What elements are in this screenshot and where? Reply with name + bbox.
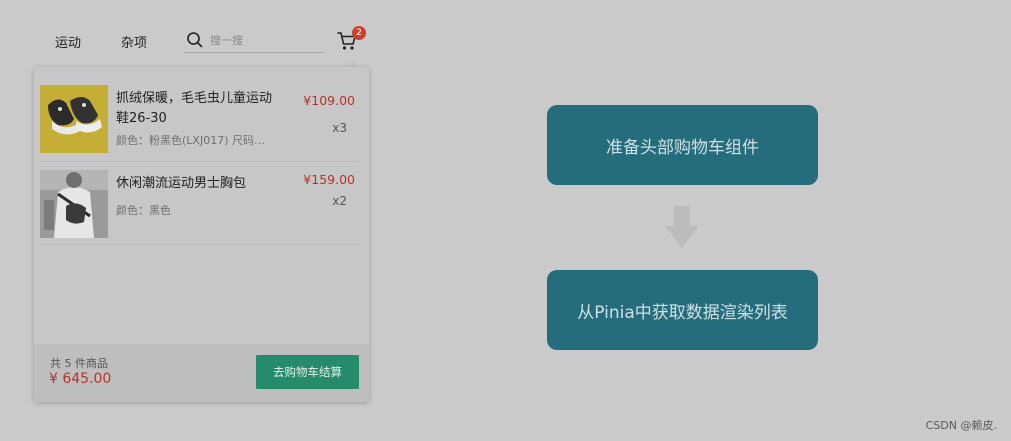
nav-item-sports[interactable]: 运动 — [55, 32, 81, 51]
flow-step-render-list: 从Pinia中获取数据渲染列表 — [547, 270, 818, 350]
cart-item-qty: x3 — [332, 121, 347, 135]
flow-step-prepare-component: 准备头部购物车组件 — [547, 105, 818, 185]
checkout-button[interactable]: 去购物车结算 — [256, 355, 359, 389]
search-box[interactable] — [184, 28, 324, 53]
header-nav: 运动 杂项 2 — [0, 26, 380, 56]
cart-item[interactable]: 休闲潮流运动男士胸包 颜色：黑色 ¥159.00 x2 — [40, 164, 359, 245]
cart-item-attrs: 颜色：粉黑色(LXJ017) 尺码：30 — [116, 134, 266, 147]
cart-total-price: ¥ 645.00 — [49, 371, 112, 387]
cart-item-list: 抓绒保暖，毛毛虫儿童运动鞋26-30 颜色：粉黑色(LXJ017) 尺码：30 … — [34, 79, 369, 245]
cart-item-price: ¥159.00 — [303, 172, 355, 187]
popup-arrow — [341, 58, 359, 67]
cart-item-attrs: 颜色：黑色 — [116, 204, 171, 217]
cart-item-price: ¥109.00 — [303, 93, 355, 108]
cart-item[interactable]: 抓绒保暖，毛毛虫儿童运动鞋26-30 颜色：粉黑色(LXJ017) 尺码：30 … — [40, 79, 359, 162]
shoes-image — [40, 85, 108, 153]
watermark: CSDN @赖皮. — [925, 419, 997, 432]
cart-popup: 抓绒保暖，毛毛虫儿童运动鞋26-30 颜色：粉黑色(LXJ017) 尺码：30 … — [34, 67, 369, 402]
chest-bag-image — [40, 170, 108, 238]
cart-button[interactable]: 2 — [336, 26, 366, 54]
down-arrow-icon — [665, 206, 699, 248]
search-input[interactable] — [208, 32, 322, 48]
cart-count-badge: 2 — [352, 26, 366, 40]
cart-item-name: 休闲潮流运动男士胸包 — [116, 176, 247, 191]
nav-item-misc[interactable]: 杂项 — [121, 32, 147, 51]
cart-item-count: 共 5 件商品 — [50, 357, 108, 370]
search-icon — [187, 32, 203, 48]
cart-item-qty: x2 — [332, 194, 347, 208]
cart-popup-footer: 共 5 件商品 ¥ 645.00 去购物车结算 — [34, 344, 369, 402]
cart-item-name: 抓绒保暖，毛毛虫儿童运动鞋26-30 — [116, 91, 273, 126]
